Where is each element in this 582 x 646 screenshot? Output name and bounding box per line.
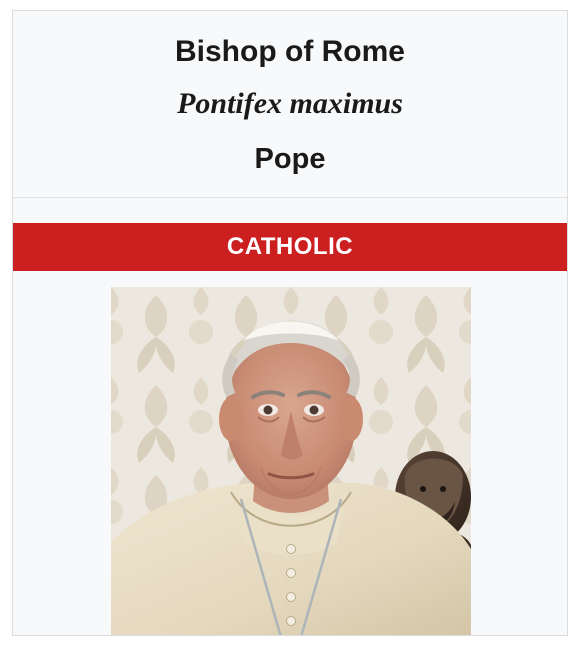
infobox: Bishop of Rome Pontifex maximus Pope CAT… — [12, 10, 568, 636]
infobox-title: Bishop of Rome — [175, 35, 405, 68]
infobox-latin-title: Pontifex maximus — [177, 87, 403, 120]
portrait-image — [111, 287, 471, 635]
infobox-header: Bishop of Rome Pontifex maximus Pope — [13, 11, 567, 198]
infobox-short-title: Pope — [254, 143, 326, 175]
church-banner: CATHOLIC — [13, 223, 567, 271]
